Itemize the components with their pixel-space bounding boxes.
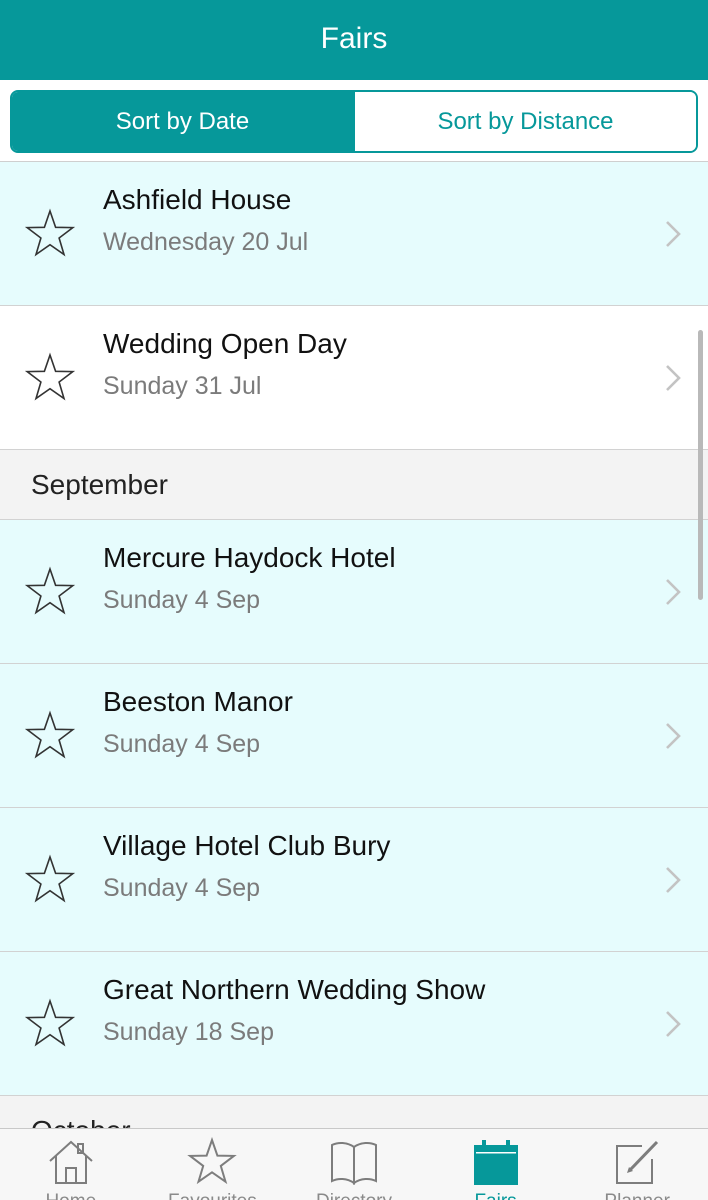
calendar-icon (473, 1140, 518, 1185)
fair-row[interactable]: Great Northern Wedding Show Sunday 18 Se… (0, 952, 708, 1096)
favourite-star-icon[interactable] (24, 854, 76, 906)
tab-label: Fairs (425, 1191, 567, 1200)
fair-row[interactable]: Ashfield House Wednesday 20 Jul (0, 162, 708, 306)
nav-bar: Fairs (0, 0, 708, 80)
star-icon (187, 1137, 238, 1185)
section-header-october: October (0, 1096, 708, 1128)
tab-bar: Home Favourites Directory Fairs Planner (0, 1128, 708, 1200)
fair-row[interactable]: Wedding Open Day Sunday 31 Jul (0, 306, 708, 450)
fair-date: Sunday 4 Sep (103, 730, 261, 758)
home-icon (49, 1140, 93, 1184)
chevron-right-icon (666, 578, 681, 605)
tab-label: Favourites (142, 1191, 284, 1200)
favourite-star-icon[interactable] (24, 998, 76, 1050)
sort-segmented-control: Sort by Date Sort by Distance (10, 90, 698, 153)
fair-row[interactable]: Mercure Haydock Hotel Sunday 4 Sep (0, 520, 708, 664)
fair-date: Sunday 31 Jul (103, 372, 262, 400)
tab-favourites[interactable]: Favourites (142, 1129, 284, 1200)
tab-planner[interactable]: Planner (566, 1129, 708, 1200)
fair-name: Mercure Haydock Hotel (103, 542, 396, 573)
sort-by-distance-button[interactable]: Sort by Distance (353, 92, 696, 151)
chevron-right-icon (666, 1010, 681, 1037)
fair-row[interactable]: Beeston Manor Sunday 4 Sep (0, 664, 708, 808)
fair-date: Sunday 4 Sep (103, 586, 261, 614)
fair-name: Beeston Manor (103, 686, 293, 717)
book-icon (330, 1141, 377, 1185)
tab-fairs[interactable]: Fairs (425, 1129, 567, 1200)
fair-date: Sunday 18 Sep (103, 1018, 274, 1046)
chevron-right-icon (666, 866, 681, 893)
sort-control-bar: Sort by Date Sort by Distance (0, 80, 708, 162)
tab-label: Planner (566, 1191, 708, 1200)
tab-label: Directory (283, 1191, 425, 1200)
sort-by-date-button[interactable]: Sort by Date (12, 92, 353, 151)
section-header-september: September (0, 450, 708, 520)
fairs-list: Ashfield House Wednesday 20 Jul Wedding … (0, 162, 708, 1128)
chevron-right-icon (666, 364, 681, 391)
page-title: Fairs (320, 22, 388, 55)
scrollbar[interactable] (698, 330, 703, 600)
fair-row[interactable]: Village Hotel Club Bury Sunday 4 Sep (0, 808, 708, 952)
fair-date: Sunday 4 Sep (103, 874, 261, 902)
fair-name: Wedding Open Day (103, 328, 347, 359)
tab-home[interactable]: Home (0, 1129, 142, 1200)
favourite-star-icon[interactable] (24, 566, 76, 618)
tab-directory[interactable]: Directory (283, 1129, 425, 1200)
fair-name: Village Hotel Club Bury (103, 830, 391, 861)
fair-date: Wednesday 20 Jul (103, 228, 309, 256)
chevron-right-icon (666, 220, 681, 247)
fair-name: Ashfield House (103, 184, 292, 215)
fair-name: Great Northern Wedding Show (103, 974, 486, 1005)
edit-icon (616, 1140, 659, 1184)
favourite-star-icon[interactable] (24, 352, 76, 404)
tab-label: Home (0, 1191, 142, 1200)
favourite-star-icon[interactable] (24, 208, 76, 260)
chevron-right-icon (666, 722, 681, 749)
favourite-star-icon[interactable] (24, 710, 76, 762)
